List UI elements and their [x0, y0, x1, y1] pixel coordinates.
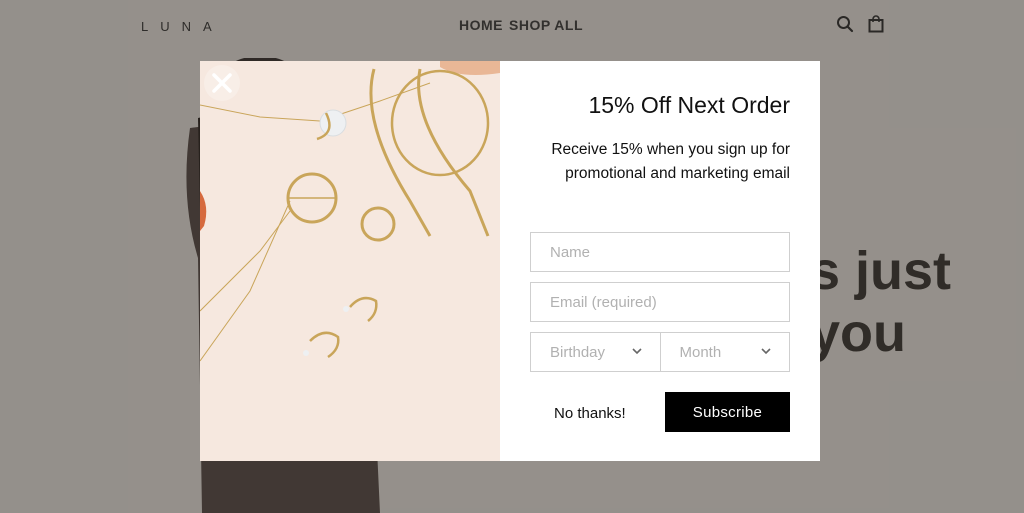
month-label: Month: [679, 344, 722, 361]
close-icon: [212, 73, 232, 93]
birthday-select[interactable]: Birthday: [531, 333, 660, 371]
subscribe-button[interactable]: Subscribe: [665, 392, 790, 432]
modal-subtitle: Receive 15% when you sign up for promoti…: [551, 141, 790, 182]
chevron-down-icon: [631, 348, 642, 355]
name-input[interactable]: [531, 233, 789, 271]
signup-form: 15% Off Next Order Receive 15% when you …: [500, 61, 820, 461]
month-select[interactable]: Month: [659, 333, 790, 371]
jewelry-image: [200, 61, 500, 461]
no-thanks-link[interactable]: No thanks!: [554, 405, 626, 422]
email-input[interactable]: [531, 283, 789, 321]
close-button[interactable]: [204, 65, 240, 101]
name-field: [530, 232, 790, 272]
birthday-row: Birthday Month: [530, 332, 790, 372]
signup-modal: 15% Off Next Order Receive 15% when you …: [200, 61, 820, 461]
modal-title: 15% Off Next Order: [588, 92, 790, 118]
email-field: [530, 282, 790, 322]
chevron-down-icon: [761, 348, 771, 355]
birthday-label: Birthday: [550, 344, 606, 361]
